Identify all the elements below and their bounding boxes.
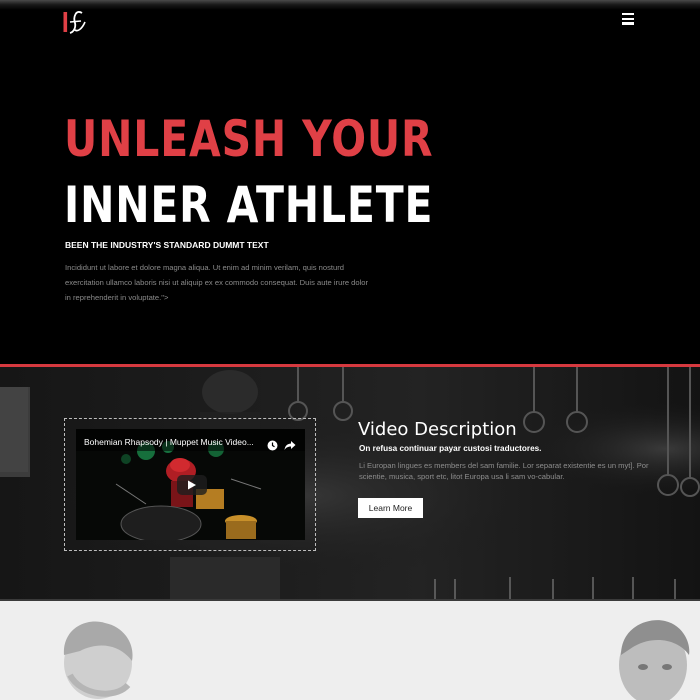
hero-body-text: Incididunt ut labore et dolore magna ali…	[65, 263, 369, 302]
video-title[interactable]: Bohemian Rhapsody | Muppet Music Video..…	[84, 437, 262, 447]
hero-section: UNLEASH YOUR INNER ATHLETE BEEN THE INDU…	[0, 0, 700, 365]
share-icon[interactable]	[284, 436, 296, 450]
hamburger-menu-icon[interactable]	[622, 13, 636, 25]
hero-headline-line1: UNLEASH YOUR	[64, 110, 434, 168]
header-shadow	[0, 0, 700, 10]
hero-subheading: BEEN THE INDUSTRY'S STANDARD DUMMT TEXT	[65, 240, 269, 250]
athlete-image-right	[619, 620, 690, 700]
play-button[interactable]	[177, 475, 207, 495]
play-icon	[188, 480, 196, 490]
learn-more-button[interactable]: Learn More	[358, 498, 423, 518]
if-logo-icon[interactable]	[62, 8, 92, 36]
bottom-section	[0, 601, 700, 700]
video-description-title: Video Description	[358, 419, 517, 440]
hero-headline-line2: INNER ATHLETE	[64, 176, 434, 234]
video-description-body: Li Europan lingues es members del sam fa…	[359, 461, 649, 481]
athlete-image-left	[63, 621, 133, 699]
video-frame: Bohemian Rhapsody | Muppet Music Video..…	[64, 418, 316, 551]
video-section: Bohemian Rhapsody | Muppet Music Video..…	[0, 367, 700, 601]
video-description-subtitle: On refusa continuar payar custosi traduc…	[359, 444, 542, 453]
clock-icon[interactable]	[267, 436, 278, 451]
video-player[interactable]: Bohemian Rhapsody | Muppet Music Video..…	[76, 429, 305, 540]
